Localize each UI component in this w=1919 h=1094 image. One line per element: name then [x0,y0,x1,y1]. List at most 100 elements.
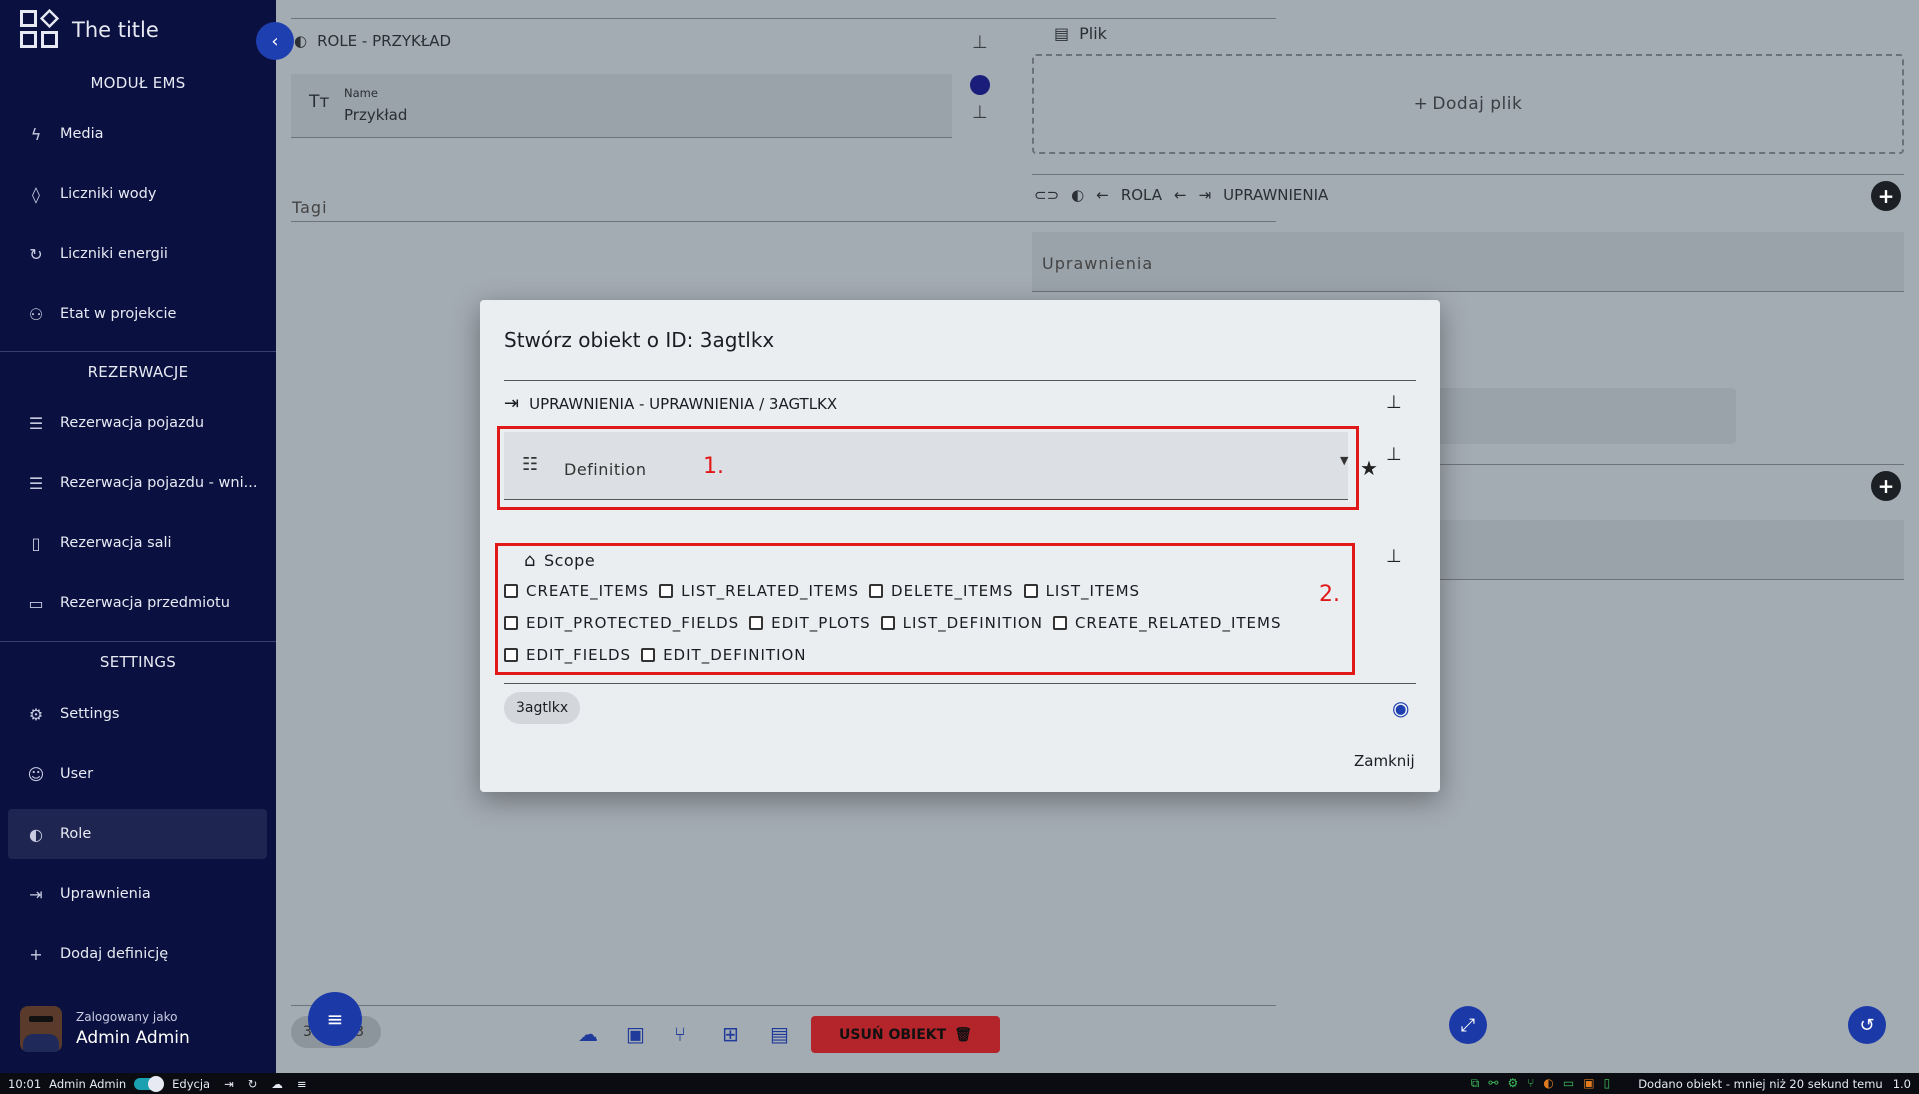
refresh-icon[interactable]: ↻ [248,1077,258,1091]
sidebar-item-liczniki-wody[interactable]: ◊ Liczniki wody [8,169,267,219]
sidebar-item-liczniki-energii[interactable]: ↻ Liczniki energii [8,229,267,279]
collapse-sidebar-button[interactable]: ‹ [256,22,294,60]
folder-icon: ▭ [1562,1076,1575,1090]
checkbox-edit-plots[interactable]: EDIT_PLOTS [749,614,870,632]
color-dot[interactable] [970,75,990,95]
divider [291,18,1276,19]
file-header: ▤ Plik [1054,24,1107,43]
close-button[interactable]: Zamknij [1346,748,1423,774]
create-object-dialog: Stwórz obiekt o ID: 3agtlkx ⇥ UPRAWNIENI… [480,300,1440,792]
palette-icon: ◐ [1543,1076,1554,1090]
sidebar: The title MODUŁ EMS ϟ Media ◊ Liczniki wod… [0,0,276,1073]
divider [0,641,276,642]
sidebar-item-media[interactable]: ϟ Media [8,109,267,159]
add-file-dropzone[interactable]: + Dodaj plik [1032,54,1904,154]
relation-path: ⊂⊃ ◐ ← ROLA ← ⇥ UPRAWNIENIA [1034,186,1329,204]
checkbox-edit-definition[interactable]: EDIT_DEFINITION [641,646,806,664]
document-icon[interactable]: ▤ [770,1022,789,1046]
delete-object-button[interactable]: USUŃ OBIEKT 🗑 [811,1016,1000,1053]
sidebar-item-role[interactable]: ◐ Role [8,809,267,859]
sidebar-item-uprawnienia[interactable]: ⇥ Uprawnienia [8,869,267,919]
fullscreen-button[interactable]: ⤢ [1449,1006,1487,1044]
palette-icon: ◐ [29,824,43,844]
status-user: Admin Admin [49,1076,127,1091]
network-icon: ⚯ [1488,1076,1499,1090]
add-relation-button[interactable]: + [1871,181,1901,211]
checkbox-list-related-items[interactable]: LIST_RELATED_ITEMS [659,582,859,600]
add-relation-button[interactable]: + [1871,471,1901,501]
cloud-upload-icon[interactable]: ☁ [578,1022,598,1046]
checkbox-delete-items[interactable]: DELETE_ITEMS [869,582,1014,600]
pin-icon[interactable]: ⊥ [1386,444,1402,465]
background-field[interactable] [1436,520,1904,580]
sidebar-item-rezerwacja-pojazdu-wniosek[interactable]: ☰ Rezerwacja pojazdu - wni... [8,458,267,508]
pin-icon[interactable]: ⊥ [972,32,988,53]
checkbox-row: EDIT_PROTECTED_FIELDS EDIT_PLOTS LIST_DE… [504,614,1281,632]
pin-icon[interactable]: ⊥ [1386,546,1402,567]
edit-mode-toggle[interactable] [134,1075,165,1092]
history-icon: ↻ [29,244,43,264]
people-icon: ⚇ [28,304,44,324]
permissions-field[interactable]: Uprawnienia [1032,232,1904,292]
gear-icon: ⚙ [28,704,44,724]
text-format-icon: Tт [309,92,330,112]
app-version: 1.0 [1892,1076,1911,1091]
sidebar-item-settings[interactable]: ⚙ Settings [8,689,267,739]
pdf-icon[interactable]: ▣ [626,1022,645,1046]
checkbox-edit-fields[interactable]: EDIT_FIELDS [504,646,631,664]
plus-icon: + [29,944,43,964]
phone-icon: ▯ [1603,1076,1611,1090]
name-field-label: Name [344,86,378,100]
object-id-chip[interactable]: 3agtlkx [504,692,581,724]
checkbox-edit-protected-fields[interactable]: EDIT_PROTECTED_FIELDS [504,614,739,632]
name-field[interactable]: Tт Name Przykład [291,74,952,138]
checkbox-list-items[interactable]: LIST_ITEMS [1023,582,1141,600]
status-right: ⧉ ⚯ ⚙ ⑂ ◐ ▭ ▣ ▯ Dodano obiekt - mniej ni… [1471,1076,1911,1091]
logout-icon[interactable]: ⇥ [224,1077,234,1091]
tree-icon: ⧉ [1470,1076,1480,1090]
divider [504,380,1416,381]
checkbox-create-items[interactable]: CREATE_ITEMS [504,582,649,600]
bed-icon: ☰ [28,473,44,493]
section-title-rezerwacje: REZERWACJE [87,363,189,381]
sidebar-item-user[interactable]: ☺ User [8,749,267,799]
plus-icon: + [1413,94,1429,114]
menu-icon[interactable]: ≡ [297,1077,307,1091]
sidebar-item-rezerwacja-przedmiotu[interactable]: ▭ Rezerwacja przedmiotu [8,578,267,628]
bookmark-icon: ▯ [31,533,41,553]
annotation-label-1: 1. [703,454,724,479]
eye-icon[interactable]: ◉ [1392,696,1409,720]
checkbox-row: CREATE_ITEMS LIST_RELATED_ITEMS DELETE_I… [504,582,1140,600]
section-title-settings: SETTINGS [99,653,177,671]
gear-icon: ⚙ [1507,1076,1519,1090]
checkbox-list-definition[interactable]: LIST_DEFINITION [880,614,1043,632]
star-icon[interactable]: ★ [1360,456,1378,480]
sidebar-item-rezerwacja-sali[interactable]: ▯ Rezerwacja sali [8,518,267,568]
checkbox-create-related-items[interactable]: CREATE_RELATED_ITEMS [1052,614,1282,632]
history-icon: ↺ [1859,1014,1875,1036]
pin-icon[interactable]: ⊥ [972,102,988,123]
bed-icon: ☰ [28,413,44,433]
divider [291,1005,1276,1006]
annotation-box-1 [497,426,1359,510]
cloud-icon[interactable]: ☁ [271,1077,283,1091]
scope-label: ⌂ Scope [524,550,596,571]
login-icon: ⇥ [29,884,43,904]
add-file-icon[interactable]: ⊞ [722,1022,739,1046]
login-icon: ⇥ [1198,186,1212,204]
sidebar-item-rezerwacja-pojazdu[interactable]: ☰ Rezerwacja pojazdu [8,398,267,448]
background-card [1436,388,1736,444]
share-icon[interactable]: ⑂ [674,1022,686,1046]
pin-icon[interactable]: ⊥ [1386,392,1402,413]
tags-input[interactable]: Tagi [292,198,328,217]
palette-icon: ◐ [294,32,308,50]
menu-fab[interactable]: ≡ [308,992,362,1046]
history-button[interactable]: ↺ [1848,1006,1886,1044]
sidebar-item-dodaj-definicje[interactable]: + Dodaj definicję [8,929,267,979]
annotation-label-2: 2. [1319,582,1340,607]
expand-icon: ⤢ [1460,1014,1476,1036]
plus-icon: + [1877,184,1895,208]
app-logo[interactable]: The title [20,8,159,50]
sidebar-item-etat[interactable]: ⚇ Etat w projekcie [8,289,267,339]
avatar [20,1006,62,1052]
